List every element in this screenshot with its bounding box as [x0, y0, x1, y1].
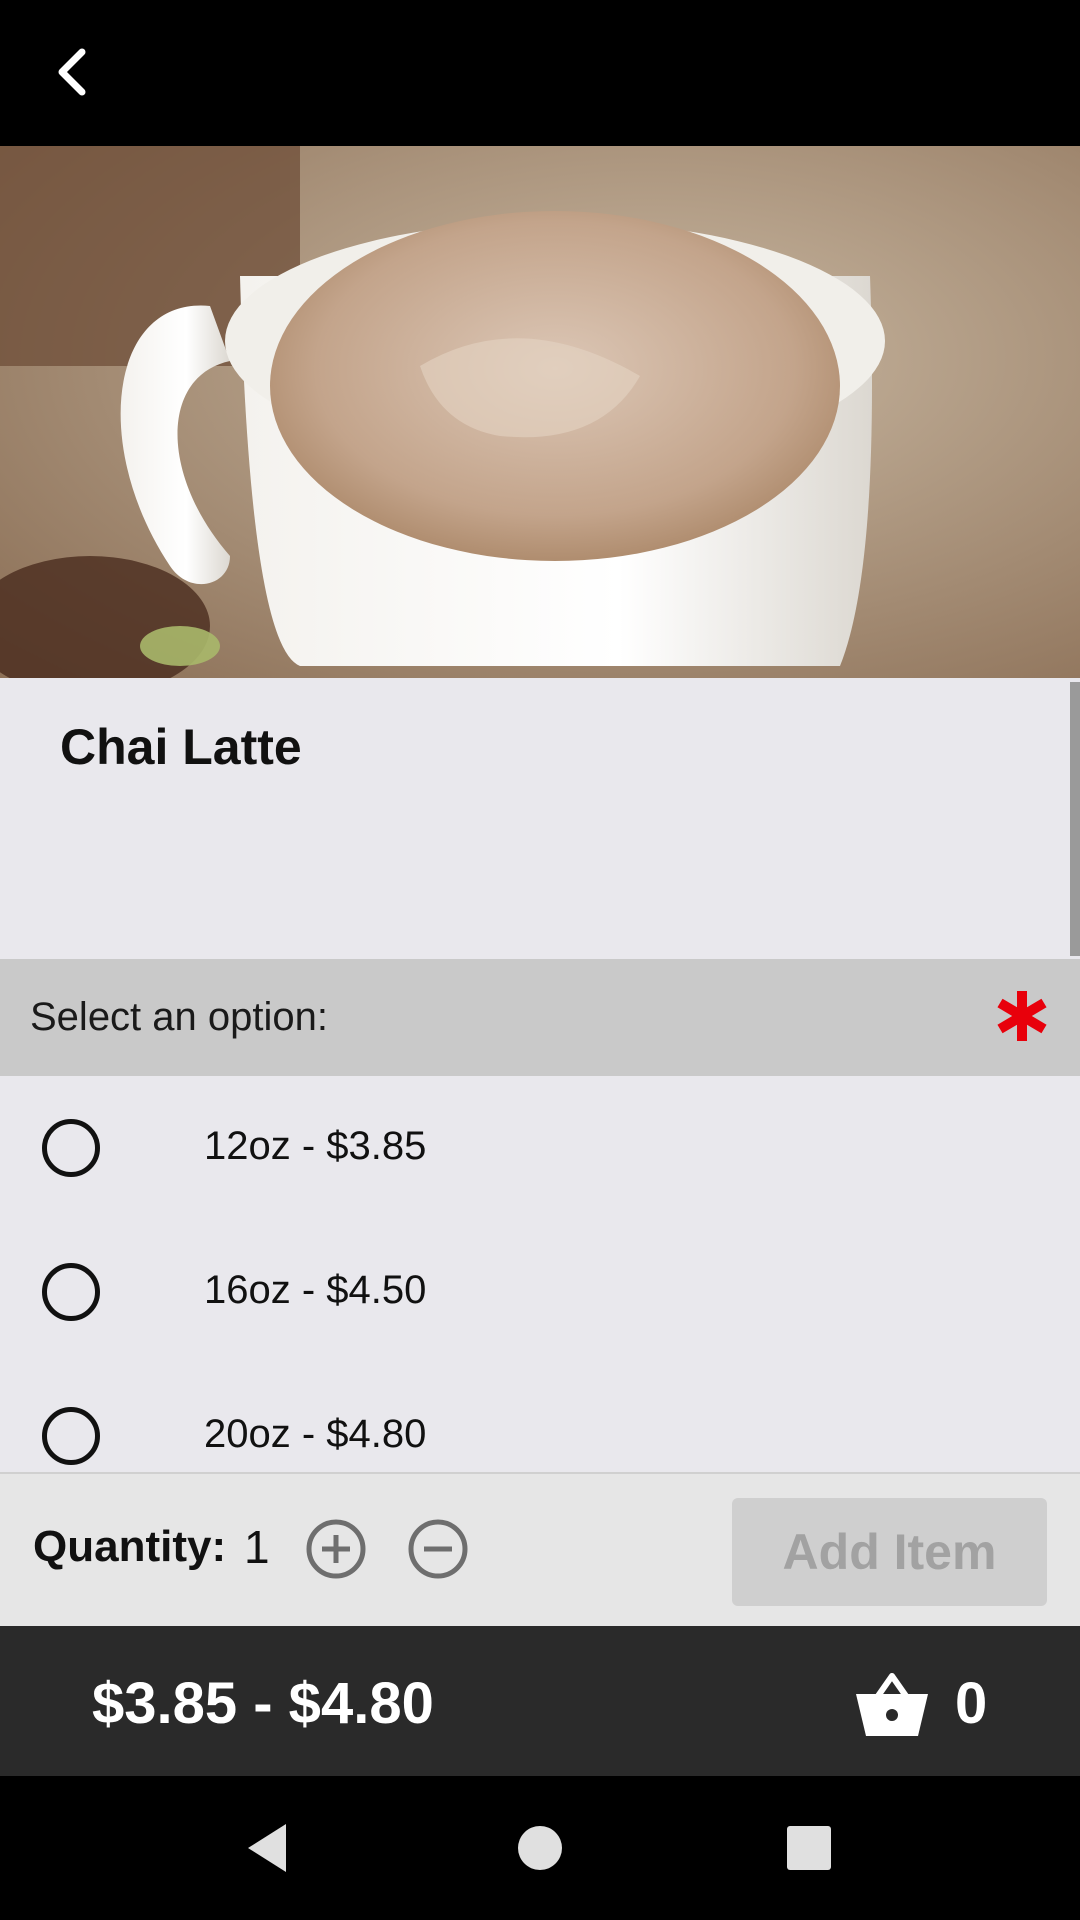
- nav-home-icon[interactable]: [510, 1818, 570, 1878]
- basket-icon[interactable]: [852, 1662, 932, 1742]
- system-nav-bar: [0, 1776, 1080, 1920]
- radio-button[interactable]: [42, 1263, 100, 1321]
- chevron-left-icon: [58, 48, 86, 96]
- option-row-12oz[interactable]: 12oz - $3.85: [0, 1076, 1080, 1220]
- cart-count: 0: [955, 1671, 988, 1736]
- option-label: 16oz - $4.50: [204, 1268, 427, 1312]
- product-title-section: Chai Latte: [0, 678, 1080, 959]
- option-row-16oz[interactable]: 16oz - $4.50: [0, 1220, 1080, 1364]
- product-title: Chai Latte: [60, 719, 302, 775]
- price-bar: $3.85 - $4.80 0: [0, 1626, 1080, 1776]
- back-button[interactable]: [40, 36, 104, 108]
- minus-circle-icon[interactable]: [407, 1518, 469, 1580]
- plus-circle-icon[interactable]: [305, 1518, 367, 1580]
- option-header: Select an option:: [0, 959, 1080, 1076]
- price-range: $3.85 - $4.80: [92, 1671, 434, 1736]
- chai-latte-photo: [0, 146, 1080, 678]
- radio-button[interactable]: [42, 1407, 100, 1465]
- quantity-label: Quantity:: [33, 1522, 227, 1571]
- option-label: 12oz - $3.85: [204, 1124, 427, 1168]
- quantity-value: 1: [244, 1521, 270, 1573]
- scrollbar[interactable]: [1070, 682, 1080, 956]
- asterisk-icon: [997, 991, 1047, 1041]
- nav-recents-icon[interactable]: [779, 1818, 839, 1878]
- options-list: 12oz - $3.85 16oz - $4.50 20oz - $4.80: [0, 1076, 1080, 1472]
- nav-back-icon[interactable]: [240, 1818, 300, 1878]
- option-row-20oz[interactable]: 20oz - $4.80: [0, 1364, 1080, 1472]
- option-label: 20oz - $4.80: [204, 1412, 427, 1456]
- radio-button[interactable]: [42, 1119, 100, 1177]
- product-image: [0, 146, 1080, 678]
- option-header-label: Select an option:: [30, 995, 328, 1039]
- quantity-bar: Quantity: 1 Add Item: [0, 1472, 1080, 1626]
- add-item-button[interactable]: Add Item: [732, 1498, 1047, 1606]
- app-top-bar: [0, 0, 1080, 146]
